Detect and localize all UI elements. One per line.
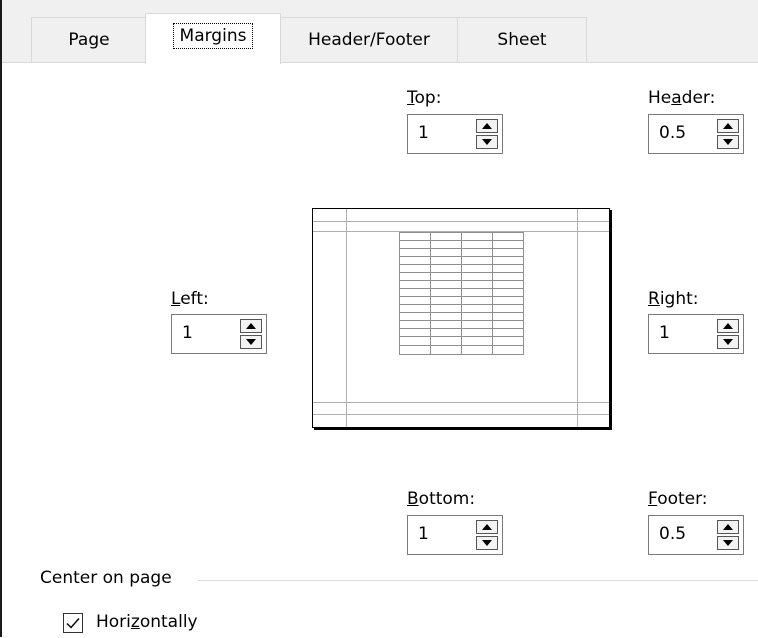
horizontally-checkbox[interactable] — [63, 613, 83, 633]
right-decrement-button[interactable] — [717, 335, 739, 349]
header-label: Header: — [648, 88, 716, 108]
left-increment-button[interactable] — [240, 319, 262, 333]
top-decrement-button[interactable] — [476, 135, 498, 149]
top-increment-button[interactable] — [476, 119, 498, 133]
page-preview-diagram — [313, 209, 609, 427]
tab-sheet-label: Sheet — [497, 30, 547, 50]
group-divider — [198, 580, 758, 581]
footer-value[interactable]: 0.5 — [659, 524, 686, 544]
top-spinner[interactable]: 1 — [407, 114, 503, 154]
header-value[interactable]: 0.5 — [659, 123, 686, 143]
left-decrement-button[interactable] — [240, 335, 262, 349]
bottom-label: Bottom: — [407, 489, 476, 509]
footer-label: Footer: — [648, 489, 708, 509]
footer-increment-button[interactable] — [717, 520, 739, 534]
tab-header-footer[interactable]: Header/Footer — [279, 17, 459, 63]
tab-header-footer-label: Header/Footer — [308, 30, 430, 50]
bottom-decrement-button[interactable] — [476, 536, 498, 550]
tab-strip: Page Margins Header/Footer Sheet — [2, 0, 758, 64]
header-decrement-button[interactable] — [717, 135, 739, 149]
left-spinner[interactable]: 1 — [171, 314, 267, 354]
center-on-page-group-label: Center on page — [40, 568, 172, 588]
header-increment-button[interactable] — [717, 119, 739, 133]
bottom-increment-button[interactable] — [476, 520, 498, 534]
tab-page-label: Page — [68, 30, 110, 50]
footer-spinner[interactable]: 0.5 — [648, 515, 744, 555]
right-value[interactable]: 1 — [659, 323, 670, 343]
footer-decrement-button[interactable] — [717, 536, 739, 550]
top-label: Top: — [407, 88, 442, 108]
right-label: Right: — [648, 289, 699, 309]
bottom-spinner[interactable]: 1 — [407, 515, 503, 555]
tab-margins[interactable]: Margins — [145, 13, 281, 64]
right-increment-button[interactable] — [717, 319, 739, 333]
header-spinner[interactable]: 0.5 — [648, 114, 744, 154]
tab-sheet[interactable]: Sheet — [457, 17, 587, 63]
horizontally-label[interactable]: Horizontally — [96, 612, 198, 632]
tab-page[interactable]: Page — [31, 17, 147, 63]
checkmark-icon — [66, 618, 80, 629]
top-value[interactable]: 1 — [418, 123, 429, 143]
page-preview — [312, 208, 610, 428]
tab-margins-label: Margins — [172, 23, 254, 49]
left-label: Left: — [171, 289, 209, 309]
right-spinner[interactable]: 1 — [648, 314, 744, 354]
bottom-value[interactable]: 1 — [418, 524, 429, 544]
left-value[interactable]: 1 — [182, 323, 193, 343]
